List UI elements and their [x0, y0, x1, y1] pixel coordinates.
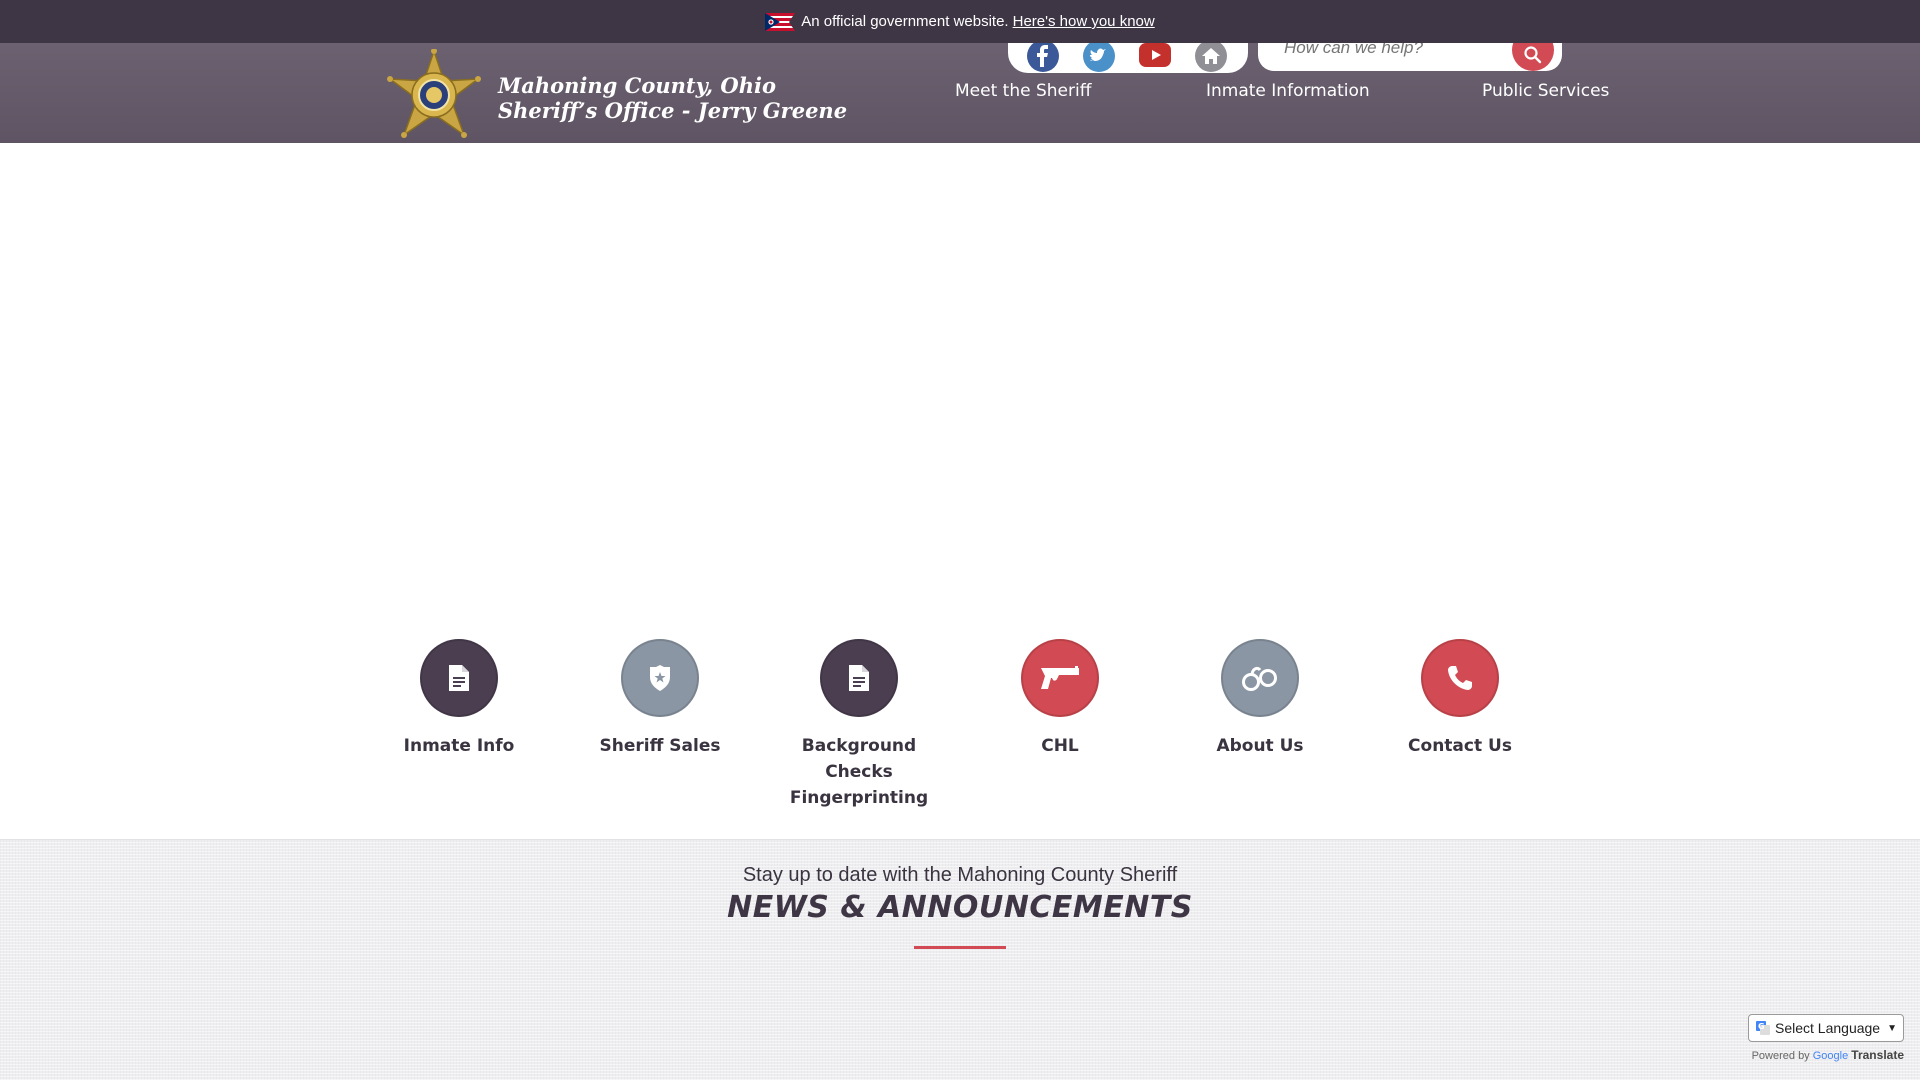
quick-link-circle — [621, 639, 699, 717]
quick-link-chl[interactable]: CHL — [965, 635, 1155, 759]
news-section: Stay up to date with the Mahoning County… — [0, 839, 1920, 1080]
quick-link-about-us[interactable]: About Us — [1165, 635, 1355, 759]
badge-icon — [650, 665, 670, 691]
site-title-line2: Sheriff’s Office - Jerry Greene — [498, 98, 848, 123]
quick-link-label: Sheriff Sales — [599, 736, 721, 756]
social-links — [1008, 43, 1248, 73]
quick-link-circle — [1221, 639, 1299, 717]
google-translate-widget: G Select Language ▼ Powered by Google Tr… — [1748, 1014, 1904, 1062]
gov-banner-text: An official government website. — [801, 13, 1009, 30]
nav-meet-the-sheriff[interactable]: Meet the Sheriff — [955, 81, 1091, 107]
chevron-down-icon: ▼ — [1887, 1022, 1897, 1034]
google-translate-icon: G — [1756, 1021, 1770, 1035]
quick-link-circle — [820, 639, 898, 717]
facebook-icon[interactable] — [1026, 43, 1060, 73]
quick-link-inmate-info[interactable]: Inmate Info — [364, 635, 554, 759]
search-icon — [1524, 46, 1542, 64]
translate-link[interactable]: Translate — [1851, 1048, 1904, 1062]
quick-link-label: Inmate Info — [403, 736, 515, 756]
quick-link-label: Contact Us — [1408, 736, 1512, 756]
quick-link-circle — [1021, 639, 1099, 717]
document-icon — [849, 665, 869, 691]
news-divider — [914, 946, 1006, 949]
search-input[interactable] — [1284, 43, 1504, 61]
news-title: NEWS & ANNOUNCEMENTS — [727, 890, 1193, 925]
youtube-icon[interactable] — [1138, 43, 1172, 73]
quick-link-label: CHL — [1041, 736, 1079, 756]
twitter-icon[interactable] — [1082, 43, 1116, 73]
quick-link-contact-us[interactable]: Contact Us — [1365, 635, 1555, 759]
search-box — [1258, 43, 1562, 71]
quick-link-circle — [1421, 639, 1499, 717]
heres-how-you-know-link[interactable]: Here's how you know — [1013, 13, 1155, 30]
svg-text:G: G — [1758, 1022, 1765, 1031]
nav-public-services[interactable]: Public Services — [1482, 81, 1609, 107]
language-select-label: Select Language — [1775, 1020, 1881, 1036]
search-button[interactable] — [1512, 43, 1554, 71]
language-select[interactable]: G Select Language ▼ — [1748, 1014, 1904, 1042]
phone-icon — [1448, 666, 1472, 690]
site-title[interactable]: Mahoning County, Ohio Sheriff’s Office -… — [498, 73, 847, 123]
quick-link-label: About Us — [1216, 736, 1304, 756]
handcuffs-icon — [1242, 666, 1277, 691]
google-logo-text: Google — [1812, 1050, 1849, 1062]
quick-link-circle — [420, 639, 498, 717]
sheriff-star-logo[interactable] — [386, 49, 482, 139]
quick-links: Inmate Info Sheriff Sales Background Che… — [0, 635, 1920, 808]
handgun-icon — [1041, 666, 1079, 689]
document-icon — [449, 665, 469, 691]
quick-link-sheriff-sales[interactable]: Sheriff Sales — [565, 635, 755, 759]
site-title-line1: Mahoning County, Ohio — [498, 73, 776, 98]
powered-by-google: Powered by Google Translate — [1748, 1048, 1904, 1062]
home-icon[interactable] — [1194, 43, 1228, 73]
site-header: Mahoning County, Ohio Sheriff’s Office -… — [0, 43, 1920, 143]
ohio-flag-icon — [765, 12, 796, 31]
quick-link-label: Background Checks Fingerprinting — [789, 736, 929, 808]
quick-link-background-checks[interactable]: Background Checks Fingerprinting — [764, 635, 954, 811]
gov-banner: An official government website. Here's h… — [0, 0, 1920, 43]
powered-by-text: Powered by — [1751, 1050, 1810, 1062]
nav-inmate-information[interactable]: Inmate Information — [1206, 81, 1370, 107]
news-subtitle: Stay up to date with the Mahoning County… — [742, 864, 1178, 886]
